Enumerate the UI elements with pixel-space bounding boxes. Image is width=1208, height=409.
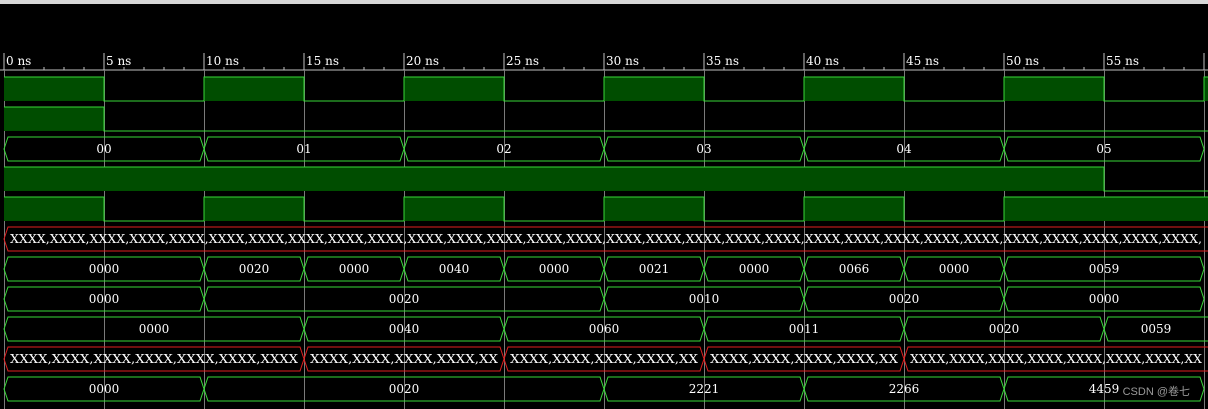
ruler-tick-label: 50 ns xyxy=(1006,54,1039,68)
bus-value-label: 0060 xyxy=(589,322,620,336)
signal-row-1 xyxy=(4,106,1208,132)
bus-value-label: 0066 xyxy=(839,262,870,276)
bus-value-label: 0010 xyxy=(689,292,720,306)
signal-high-level xyxy=(904,167,1004,191)
bus-value-label: 0000 xyxy=(89,262,120,276)
bus-value-label: 0059 xyxy=(1089,262,1120,276)
bus-value-label: XXXX,XXXX,XXXX,XXXX,XX xyxy=(510,352,699,366)
bus-value-label: 0020 xyxy=(389,292,420,306)
ruler-tick-label: 25 ns xyxy=(506,54,539,68)
ruler-tick-label: 45 ns xyxy=(906,54,939,68)
signal-row-9: XXXX,XXXX,XXXX,XXXX,XXXX,XXXX,XXXX XXXX,X… xyxy=(3,346,1208,372)
bus-value-label: 05 xyxy=(1096,142,1111,156)
signal-high-level xyxy=(1004,167,1104,191)
ruler-tick-label: 20 ns xyxy=(406,54,439,68)
bus-value-label: 0000 xyxy=(139,322,170,336)
signal-high-level xyxy=(4,197,104,221)
signal-high-level xyxy=(804,77,904,101)
signal-high-level xyxy=(204,77,304,101)
bus-value-label: XXXX,XXXX,XXXX,XXXX,XX xyxy=(310,352,499,366)
signal-high-level xyxy=(304,167,404,191)
signal-high-level xyxy=(204,197,304,221)
bus-value-label: 0021 xyxy=(639,262,670,276)
ruler-tick-label: 10 ns xyxy=(206,54,239,68)
signal-high-level xyxy=(604,167,704,191)
signal-row-5: XXXX,XXXX,XXXX,XXXX,XXXX,XXXX,XXXX,XXXX,… xyxy=(3,226,1208,252)
bus-value-label: 2221 xyxy=(689,382,720,396)
signal-high-level xyxy=(604,197,704,221)
ruler-tick-label: 5 ns xyxy=(106,54,131,68)
watermark: CSDN @卷七 xyxy=(1122,386,1190,398)
signal-high-level xyxy=(4,77,104,101)
bus-value-label: XXXX,XXXX,XXXX,XXXX,XXXX,XXXX,XXXX,XX xyxy=(910,352,1202,366)
bus-value-label: 0020 xyxy=(239,262,270,276)
signal-high-level xyxy=(404,197,504,221)
ruler-tick-label: 30 ns xyxy=(606,54,639,68)
signal-high-level xyxy=(604,77,704,101)
signal-high-level xyxy=(1204,77,1208,101)
ruler-tick-label: 55 ns xyxy=(1106,54,1139,68)
bus-value-label: XXXX,XXXX,XXXX,XXXX,XXXX,XXXX,XXXX xyxy=(10,352,298,366)
bus-value-label: 0000 xyxy=(339,262,370,276)
bus-value-label: 0000 xyxy=(1089,292,1120,306)
bus-value-label: 02 xyxy=(496,142,511,156)
bus-value-label: XXXX,XXXX,XXXX,XXXX,XXXX,XXXX,XXXX,XXXX,… xyxy=(10,232,1202,246)
signal-high-level xyxy=(104,167,204,191)
bus-value-label: 0059 xyxy=(1141,322,1172,336)
bus-value-label: 0000 xyxy=(939,262,970,276)
signal-high-level xyxy=(204,167,304,191)
bus-value-label: 01 xyxy=(296,142,311,156)
waveform-viewer[interactable]: 0 ns 5 ns 10 ns 15 ns 20 ns 25 ns 30 ns 35 ns 40… xyxy=(0,0,1208,409)
signal-high-level xyxy=(1004,77,1104,101)
bus-value-label: 0020 xyxy=(389,382,420,396)
time-ruler: 0 ns 5 ns 10 ns 15 ns 20 ns 25 ns 30 ns 35 ns 40… xyxy=(0,53,1208,71)
signal-high-level xyxy=(4,107,104,131)
bus-value-label: 0000 xyxy=(89,292,120,306)
bus-value-label: 0040 xyxy=(439,262,470,276)
signal-row-4 xyxy=(4,196,1208,222)
signal-row-0 xyxy=(4,76,1208,102)
signal-high-level xyxy=(804,197,904,221)
signal-high-level xyxy=(1104,197,1204,221)
bus-value-label: 2266 xyxy=(889,382,920,396)
ruler-tick-label: 35 ns xyxy=(706,54,739,68)
bus-value-label: 03 xyxy=(696,142,711,156)
signal-high-level xyxy=(504,167,604,191)
bus-value-label: 00 xyxy=(96,142,111,156)
signal-row-3 xyxy=(4,166,1208,192)
bus-value-label: 0020 xyxy=(989,322,1020,336)
signal-high-level xyxy=(404,167,504,191)
signal-high-level xyxy=(1204,197,1208,221)
bus-value-label: 04 xyxy=(896,142,912,156)
signal-trace xyxy=(4,106,1208,132)
bus-value-label: 4459 xyxy=(1089,382,1120,396)
bus-value-label: 0000 xyxy=(89,382,120,396)
signal-high-level xyxy=(804,167,904,191)
ruler-tick-label: 15 ns xyxy=(306,54,339,68)
bus-value-label: 0011 xyxy=(789,322,820,336)
bus-value-label: 0040 xyxy=(389,322,420,336)
signal-row-8: 0000 0040 0060 0011 0020 0059 xyxy=(3,316,1208,342)
ruler-tick-label: 0 ns xyxy=(6,54,31,68)
bus-value-label: 0020 xyxy=(889,292,920,306)
signal-high-level xyxy=(404,77,504,101)
ruler-tick-label: 40 ns xyxy=(806,54,839,68)
signal-high-level xyxy=(4,167,104,191)
bus-value-label: XXXX,XXXX,XXXX,XXXX,XX xyxy=(710,352,899,366)
signal-high-level xyxy=(1004,197,1104,221)
bus-value-label: 0000 xyxy=(539,262,570,276)
bus-value-label: 0000 xyxy=(739,262,770,276)
signal-high-level xyxy=(704,167,804,191)
